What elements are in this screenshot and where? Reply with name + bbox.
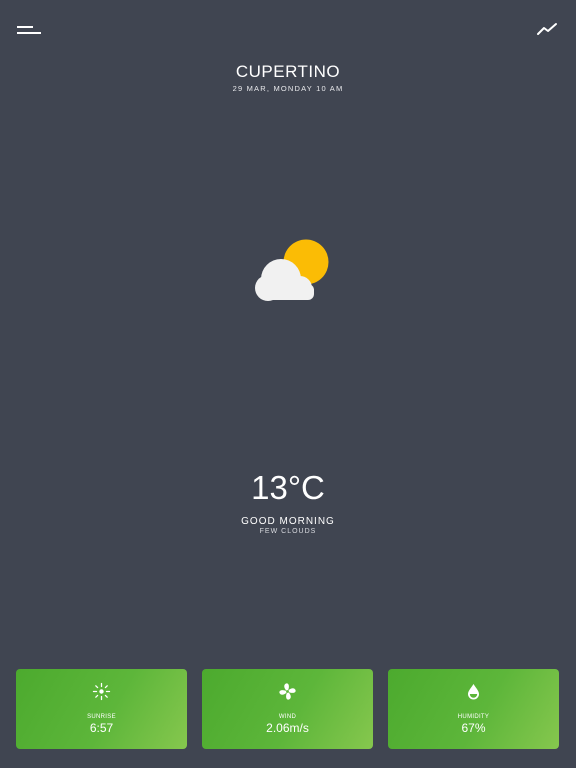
humidity-value: 67% — [461, 721, 486, 735]
wind-fan-icon — [278, 682, 297, 701]
humidity-label: HUMIDITY — [457, 714, 490, 720]
menu-button[interactable] — [14, 20, 46, 40]
sunrise-value: 6:57 — [89, 721, 114, 735]
trend-chart-icon — [537, 23, 557, 35]
weather-condition: FEW CLOUDS — [259, 528, 317, 535]
sunrise-icon — [92, 682, 111, 701]
sunrise-card[interactable]: SUNRISE 6:57 — [16, 669, 187, 749]
temperature: 13°C — [251, 469, 325, 506]
menu-icon — [17, 26, 41, 34]
date-time: 29 MAR, MONDAY 10 AM — [232, 84, 344, 93]
partly-cloudy-icon — [248, 236, 332, 304]
humidity-card[interactable]: HUMIDITY 67% — [388, 669, 559, 749]
wind-value: 2.06m/s — [266, 721, 309, 735]
wind-label: WIND — [278, 714, 297, 720]
humidity-drop-icon — [464, 682, 483, 701]
wind-card[interactable]: WIND 2.06m/s — [202, 669, 373, 749]
greeting: GOOD MORNING — [241, 516, 335, 527]
chart-button[interactable] — [536, 20, 560, 40]
sunrise-label: SUNRISE — [87, 714, 116, 720]
city-name: CUPERTINO — [235, 62, 341, 81]
